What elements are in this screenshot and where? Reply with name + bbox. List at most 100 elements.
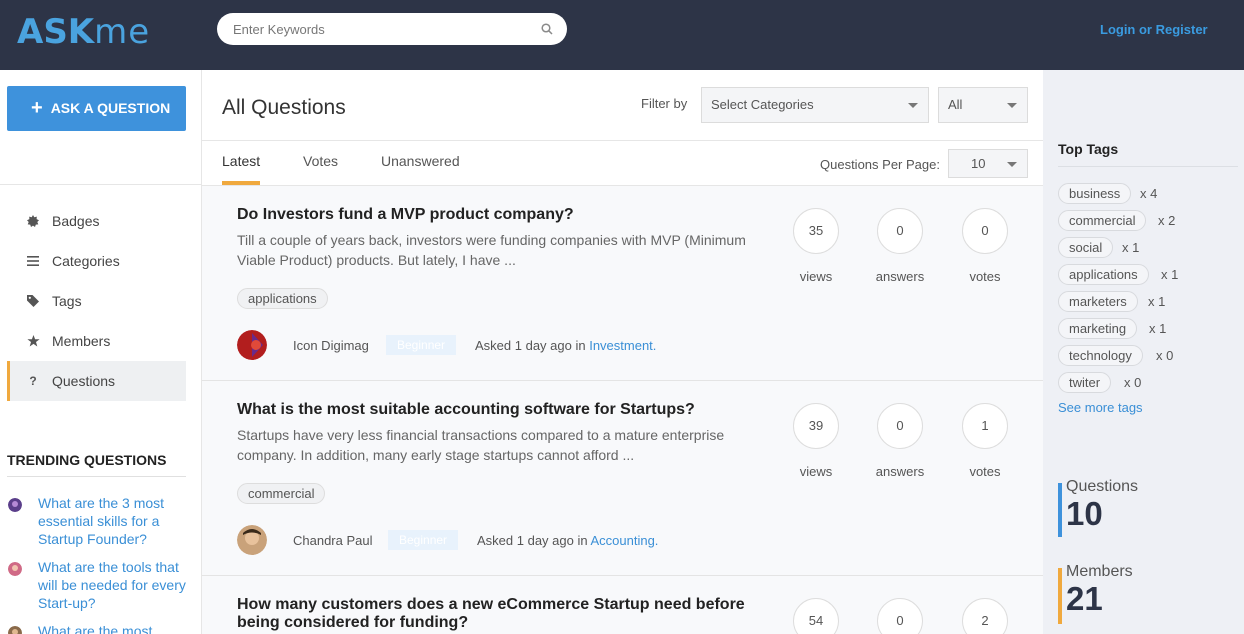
login-register-link[interactable]: Login or Register bbox=[1100, 22, 1208, 37]
votes-count: 2 bbox=[962, 598, 1008, 634]
tag-pill[interactable]: business bbox=[1058, 183, 1132, 204]
votes-label: votes bbox=[969, 464, 1001, 479]
views-count: 35 bbox=[793, 208, 839, 254]
askme-logo[interactable]: ASKme bbox=[17, 12, 150, 52]
scope-select[interactable]: All bbox=[938, 87, 1028, 123]
tab-votes[interactable]: Votes bbox=[303, 153, 338, 169]
tab-latest[interactable]: Latest bbox=[222, 153, 260, 169]
ask-question-button[interactable]: + ASK A QUESTION bbox=[7, 86, 186, 131]
tag-icon bbox=[26, 294, 40, 308]
chevron-down-icon bbox=[1007, 103, 1017, 108]
tab-unanswered[interactable]: Unanswered bbox=[381, 153, 460, 169]
sidebar-divider bbox=[0, 184, 201, 185]
search-input[interactable] bbox=[233, 19, 533, 39]
asked-info: Asked 1 day ago in Accounting. bbox=[477, 533, 659, 548]
tag-count: x 1 bbox=[1149, 321, 1167, 336]
plus-icon: + bbox=[31, 97, 43, 119]
tag-count: x 1 bbox=[1122, 240, 1140, 255]
question-title[interactable]: What is the most suitable accounting sof… bbox=[237, 401, 757, 419]
tag-count: x 0 bbox=[1124, 375, 1142, 390]
answers-count: 0 bbox=[877, 403, 923, 449]
title-divider bbox=[202, 140, 1043, 141]
tag-pill[interactable]: marketers bbox=[1058, 291, 1138, 312]
top-header: ASKme Login or Register bbox=[0, 0, 1244, 70]
answers-label: answers bbox=[875, 464, 925, 479]
page-title: All Questions bbox=[222, 96, 346, 119]
question-tag[interactable]: commercial bbox=[237, 483, 326, 504]
top-tags-title: Top Tags bbox=[1058, 141, 1119, 157]
tag-pill[interactable]: commercial bbox=[1058, 210, 1147, 231]
trending-question-link[interactable]: What are the tools that will be needed f… bbox=[38, 558, 193, 612]
votes-label: votes bbox=[969, 269, 1001, 284]
avatar[interactable] bbox=[237, 330, 267, 360]
tag-count: x 1 bbox=[1148, 294, 1166, 309]
trending-avatar bbox=[8, 626, 22, 634]
question-author[interactable]: Chandra Paul bbox=[293, 533, 373, 548]
question-title[interactable]: Do Investors fund a MVP product company? bbox=[237, 206, 757, 224]
votes-count: 0 bbox=[962, 208, 1008, 254]
category-link[interactable]: Accounting. bbox=[590, 533, 658, 548]
tag-count: x 1 bbox=[1161, 267, 1179, 282]
top-tags-divider bbox=[1058, 166, 1238, 167]
see-more-tags-link[interactable]: See more tags bbox=[1058, 400, 1143, 415]
per-page-label: Questions Per Page: bbox=[820, 157, 940, 172]
trending-avatar bbox=[8, 498, 22, 512]
question-card: Do Investors fund a MVP product company?… bbox=[202, 186, 1043, 381]
tag-count: x 2 bbox=[1158, 213, 1176, 228]
badge-icon bbox=[26, 214, 40, 228]
tag-count: x 0 bbox=[1156, 348, 1174, 363]
sidebar-item-questions[interactable]: ? Questions bbox=[7, 361, 186, 401]
questions-stat: Questions 10 bbox=[1058, 478, 1218, 532]
answers-label: answers bbox=[875, 269, 925, 284]
stat-value: 10 bbox=[1066, 495, 1103, 532]
status-badge: Beginner bbox=[386, 335, 457, 355]
answers-count: 0 bbox=[877, 598, 923, 634]
views-label: views bbox=[799, 464, 833, 479]
views-label: views bbox=[799, 269, 833, 284]
per-page-select[interactable]: 10 bbox=[948, 149, 1028, 178]
sidebar-item-members[interactable]: Members bbox=[7, 321, 186, 361]
stat-label: Questions bbox=[1066, 478, 1139, 495]
filter-label: Filter by bbox=[641, 96, 688, 111]
question-card: What is the most suitable accounting sof… bbox=[202, 381, 1043, 576]
members-stat: Members 21 bbox=[1058, 563, 1218, 617]
answers-count: 0 bbox=[877, 208, 923, 254]
sidebar-item-categories[interactable]: Categories bbox=[7, 241, 186, 281]
right-sidebar: Top Tags business x 4 commercial x 2 soc… bbox=[1043, 70, 1244, 634]
views-count: 54 bbox=[793, 598, 839, 634]
votes-count: 1 bbox=[962, 403, 1008, 449]
trending-question-link[interactable]: What are the most bbox=[38, 622, 193, 634]
left-sidebar: + ASK A QUESTION Badges Categories Tags M… bbox=[0, 70, 202, 634]
question-author[interactable]: Icon Digimag bbox=[293, 338, 369, 353]
star-icon bbox=[26, 334, 40, 348]
question-excerpt: Startups have very less financial transa… bbox=[237, 427, 725, 463]
chevron-down-icon bbox=[908, 103, 918, 108]
stat-value: 21 bbox=[1066, 580, 1103, 617]
tag-pill[interactable]: applications bbox=[1058, 264, 1149, 285]
avatar[interactable] bbox=[237, 525, 267, 555]
question-card: How many customers does a new eCommerce … bbox=[202, 576, 1043, 634]
tag-pill[interactable]: twiter bbox=[1058, 372, 1112, 393]
views-count: 39 bbox=[793, 403, 839, 449]
trending-divider bbox=[7, 476, 186, 477]
category-select[interactable]: Select Categories bbox=[701, 87, 929, 123]
sidebar-item-badges[interactable]: Badges bbox=[7, 201, 186, 241]
question-title[interactable]: How many customers does a new eCommerce … bbox=[237, 596, 757, 632]
stat-label: Members bbox=[1066, 563, 1133, 580]
sidebar-item-tags[interactable]: Tags bbox=[7, 281, 186, 321]
search-icon[interactable] bbox=[541, 23, 553, 35]
question-excerpt: Till a couple of years back, investors w… bbox=[237, 232, 746, 268]
search-box bbox=[217, 13, 567, 45]
chevron-down-icon bbox=[1007, 162, 1017, 167]
category-link[interactable]: Investment. bbox=[589, 338, 656, 353]
tag-pill[interactable]: technology bbox=[1058, 345, 1143, 366]
trending-question-link[interactable]: What are the 3 most essential skills for… bbox=[38, 494, 193, 548]
tag-pill[interactable]: social bbox=[1058, 237, 1114, 258]
status-badge: Beginner bbox=[388, 530, 459, 550]
tag-pill[interactable]: marketing bbox=[1058, 318, 1138, 339]
asked-info: Asked 1 day ago in Investment. bbox=[475, 338, 657, 353]
question-tag[interactable]: applications bbox=[237, 288, 328, 309]
question-icon: ? bbox=[29, 374, 37, 388]
tag-count: x 4 bbox=[1140, 186, 1158, 201]
trending-questions-title: TRENDING QUESTIONS bbox=[7, 452, 167, 468]
